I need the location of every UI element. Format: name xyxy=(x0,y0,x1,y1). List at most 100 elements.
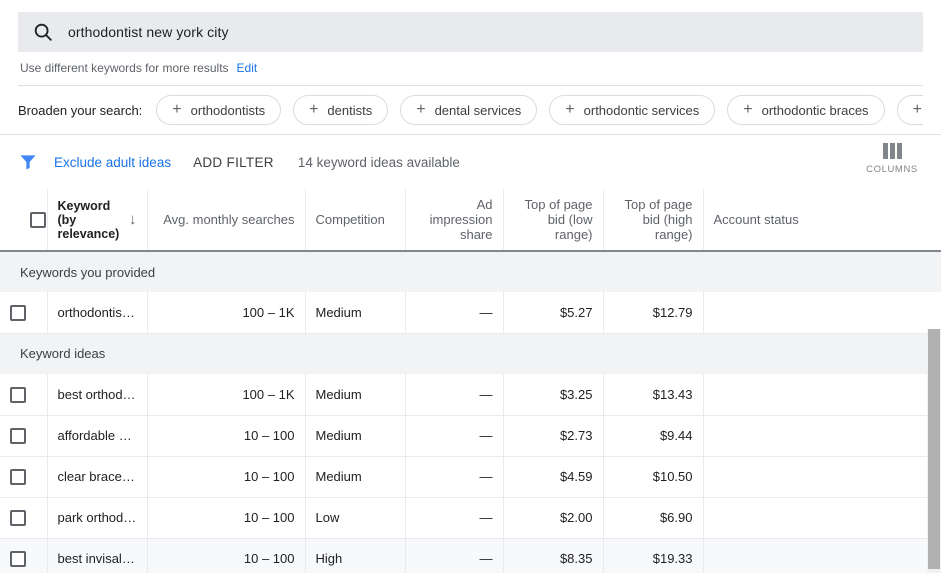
edit-keywords-link[interactable]: Edit xyxy=(237,61,258,75)
search-section: orthodontist new york city Use different… xyxy=(0,0,941,86)
column-header-competition[interactable]: Competition xyxy=(305,189,405,251)
table-row[interactable]: best invisalig...10 – 100High—$8.35$19.3… xyxy=(0,538,941,573)
add-filter-button[interactable]: ADD FILTER xyxy=(193,155,274,170)
row-select-cell xyxy=(0,415,47,456)
row-checkbox[interactable] xyxy=(10,469,26,485)
table-group-title: Keywords you provided xyxy=(0,251,941,292)
column-header-account-status[interactable]: Account status xyxy=(703,189,941,251)
cell-top-of-page-bid-high: $13.43 xyxy=(603,374,703,415)
results-count-label: 14 keyword ideas available xyxy=(298,155,460,170)
cell-account-status xyxy=(703,415,941,456)
table-row[interactable]: best orthodo...100 – 1KMedium—$3.25$13.4… xyxy=(0,374,941,415)
cell-competition: Medium xyxy=(305,292,405,333)
table-row[interactable]: park orthodo...10 – 100Low—$2.00$6.90 xyxy=(0,497,941,538)
cell-ad-impression-share: — xyxy=(405,415,503,456)
cell-keyword: clear braces ... xyxy=(47,456,147,497)
filter-toolbar: Exclude adult ideas ADD FILTER 14 keywor… xyxy=(0,135,941,189)
column-header-top-of-page-bid-high[interactable]: Top of page bid (high range) xyxy=(603,189,703,251)
cell-top-of-page-bid-low: $4.59 xyxy=(503,456,603,497)
search-input[interactable]: orthodontist new york city xyxy=(68,24,229,40)
cell-keyword: best invisalig... xyxy=(47,538,147,573)
select-all-checkbox[interactable] xyxy=(30,212,46,228)
columns-button[interactable]: COLUMNS xyxy=(863,143,921,175)
cell-top-of-page-bid-low: $3.25 xyxy=(503,374,603,415)
cell-top-of-page-bid-high: $19.33 xyxy=(603,538,703,573)
cell-top-of-page-bid-low: $2.73 xyxy=(503,415,603,456)
row-select-cell xyxy=(0,456,47,497)
search-hint-text: Use different keywords for more results xyxy=(20,61,229,75)
plus-icon: + xyxy=(743,102,752,118)
column-header-keyword[interactable]: Keyword (by relevance) ↓ xyxy=(47,189,147,251)
search-bar[interactable]: orthodontist new york city xyxy=(18,12,923,52)
cell-avg-monthly-searches: 100 – 1K xyxy=(147,292,305,333)
cell-ad-impression-share: — xyxy=(405,374,503,415)
cell-keyword: orthodontist ... xyxy=(47,292,147,333)
broaden-label: Broaden your search: xyxy=(18,103,142,118)
column-header-top-of-page-bid-low[interactable]: Top of page bid (low range) xyxy=(503,189,603,251)
column-header-avg-monthly-searches[interactable]: Avg. monthly searches xyxy=(147,189,305,251)
cell-competition: Medium xyxy=(305,456,405,497)
row-select-cell xyxy=(0,292,47,333)
row-checkbox[interactable] xyxy=(10,428,26,444)
broaden-search-row: Broaden your search: +orthodontists+dent… xyxy=(0,86,941,134)
broaden-chip-label: orthodontic braces xyxy=(762,103,869,118)
table-row[interactable]: clear braces ...10 – 100Medium—$4.59$10.… xyxy=(0,456,941,497)
search-icon xyxy=(32,21,54,43)
broaden-chip-label: orthodontists xyxy=(191,103,265,118)
cell-avg-monthly-searches: 10 – 100 xyxy=(147,456,305,497)
sort-descending-icon[interactable]: ↓ xyxy=(129,211,137,228)
keyword-planner-page: orthodontist new york city Use different… xyxy=(0,0,941,573)
row-select-cell xyxy=(0,538,47,573)
row-checkbox[interactable] xyxy=(10,387,26,403)
row-checkbox[interactable] xyxy=(10,305,26,321)
cell-account-status xyxy=(703,374,941,415)
cell-top-of-page-bid-high: $9.44 xyxy=(603,415,703,456)
funnel-icon[interactable] xyxy=(18,152,38,172)
cell-keyword: affordable br... xyxy=(47,415,147,456)
cell-competition: Low xyxy=(305,497,405,538)
broaden-chip-label: orthodontic services xyxy=(584,103,700,118)
cell-ad-impression-share: — xyxy=(405,497,503,538)
cell-ad-impression-share: — xyxy=(405,456,503,497)
row-checkbox[interactable] xyxy=(10,510,26,526)
cell-top-of-page-bid-low: $8.35 xyxy=(503,538,603,573)
plus-icon: + xyxy=(172,102,181,118)
keyword-ideas-table: Keyword (by relevance) ↓ Avg. monthly se… xyxy=(0,189,941,573)
broaden-chip-label: dental services xyxy=(435,103,522,118)
cell-account-status xyxy=(703,538,941,573)
row-checkbox[interactable] xyxy=(10,551,26,567)
columns-icon xyxy=(863,143,921,159)
scrollbar-thumb[interactable] xyxy=(928,329,940,569)
cell-account-status xyxy=(703,497,941,538)
table-group-row: Keywords you provided xyxy=(0,251,941,292)
row-select-cell xyxy=(0,497,47,538)
broaden-chip-list: +orthodontists+dentists+dental services+… xyxy=(156,95,923,125)
broaden-chip[interactable]: + orthodontists xyxy=(156,95,281,125)
exclude-adult-ideas-filter[interactable]: Exclude adult ideas xyxy=(54,155,171,170)
plus-icon: + xyxy=(309,102,318,118)
vertical-scrollbar[interactable] xyxy=(927,329,941,573)
table-row[interactable]: orthodontist ...100 – 1KMedium—$5.27$12.… xyxy=(0,292,941,333)
column-header-ad-impression-share[interactable]: Ad impression share xyxy=(405,189,503,251)
broaden-chip[interactable]: +orthodontist xyxy=(897,95,923,125)
cell-competition: Medium xyxy=(305,374,405,415)
broaden-chip[interactable]: +dentists xyxy=(293,95,388,125)
cell-top-of-page-bid-low: $2.00 xyxy=(503,497,603,538)
table-row[interactable]: affordable br...10 – 100Medium—$2.73$9.4… xyxy=(0,415,941,456)
plus-icon: + xyxy=(565,102,574,118)
broaden-chip[interactable]: + orthodontic services xyxy=(549,95,715,125)
cell-avg-monthly-searches: 100 – 1K xyxy=(147,374,305,415)
cell-account-status xyxy=(703,456,941,497)
table-group-row: Keyword ideas xyxy=(0,333,941,374)
cell-avg-monthly-searches: 10 – 100 xyxy=(147,538,305,573)
select-all-header-cell xyxy=(0,189,47,251)
broaden-chip[interactable]: + orthodontic braces xyxy=(727,95,884,125)
broaden-chip[interactable]: +dental services xyxy=(400,95,537,125)
cell-ad-impression-share: — xyxy=(405,292,503,333)
cell-top-of-page-bid-low: $5.27 xyxy=(503,292,603,333)
table-header-row: Keyword (by relevance) ↓ Avg. monthly se… xyxy=(0,189,941,251)
cell-account-status xyxy=(703,292,941,333)
table-body: Keywords you providedorthodontist ...100… xyxy=(0,251,941,573)
cell-keyword: park orthodo... xyxy=(47,497,147,538)
search-hint-row: Use different keywords for more results … xyxy=(18,52,923,75)
